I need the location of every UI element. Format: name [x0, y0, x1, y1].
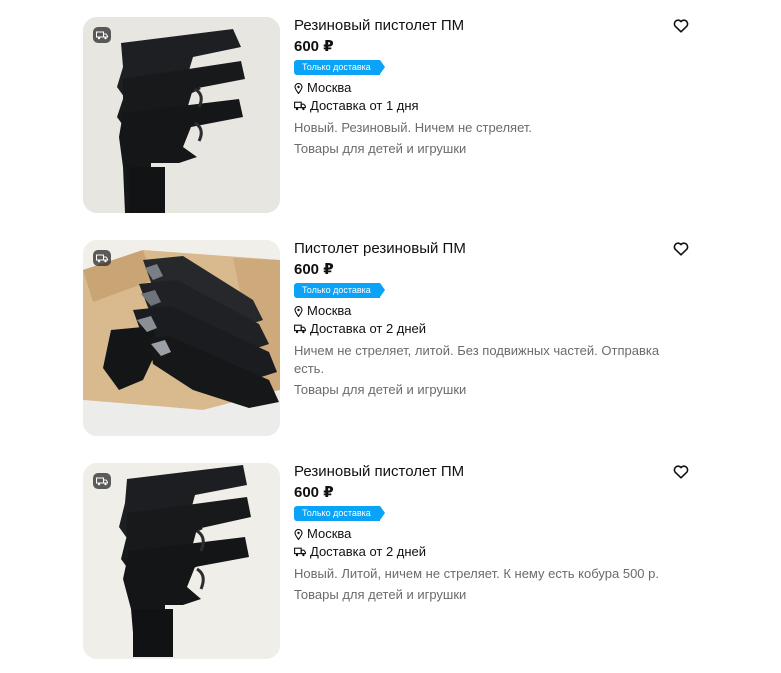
- listing-title[interactable]: Резиновый пистолет ПМ: [294, 463, 674, 481]
- listing-photo[interactable]: [83, 240, 280, 436]
- favorite-button[interactable]: [671, 240, 691, 258]
- truck-icon: [93, 473, 111, 489]
- delivery-row: Доставка от 1 дня: [294, 98, 674, 114]
- listing-card[interactable]: Резиновый пистолет ПМ 600 ₽ Только доста…: [83, 17, 703, 213]
- listing-description: Новый. Резиновый. Ничем не стреляет.: [294, 120, 533, 135]
- location-row: Москва: [294, 303, 674, 319]
- listing-description: Ничем не стреляет, литой. Без подвижных …: [294, 343, 660, 376]
- listing-title[interactable]: Пистолет резиновый ПМ: [294, 240, 674, 258]
- heart-icon: [673, 465, 689, 479]
- delivery-only-badge: Только доставка: [294, 60, 385, 75]
- listing-feed: Резиновый пистолет ПМ 600 ₽ Только доста…: [0, 0, 781, 673]
- listing-category: Товары для детей и игрушки: [294, 587, 467, 602]
- listing-info: Пистолет резиновый ПМ 600 ₽ Только доста…: [294, 240, 674, 398]
- delivery-text: Доставка от 1 дня: [310, 98, 419, 113]
- truck-icon: [294, 547, 306, 557]
- listing-price: 600 ₽: [294, 261, 334, 278]
- listing-title[interactable]: Резиновый пистолет ПМ: [294, 17, 674, 35]
- delivery-row: Доставка от 2 дней: [294, 321, 674, 337]
- location-text: Москва: [307, 80, 352, 95]
- truck-icon: [93, 250, 111, 266]
- map-pin-icon: [294, 305, 303, 317]
- delivery-only-badge: Только доставка: [294, 506, 385, 521]
- listing-info: Резиновый пистолет ПМ 600 ₽ Только доста…: [294, 17, 674, 157]
- listing-category: Товары для детей и игрушки: [294, 382, 467, 397]
- listing-description: Новый. Литой, ничем не стреляет. К нему …: [294, 566, 659, 581]
- listing-info: Резиновый пистолет ПМ 600 ₽ Только доста…: [294, 463, 674, 603]
- truck-icon: [294, 324, 306, 334]
- delivery-row: Доставка от 2 дней: [294, 544, 674, 560]
- listing-category: Товары для детей и игрушки: [294, 141, 467, 156]
- pistol-photo-image: [83, 463, 280, 659]
- listing-price: 600 ₽: [294, 38, 334, 55]
- pistol-photo-image: [83, 17, 280, 213]
- map-pin-icon: [294, 528, 303, 540]
- delivery-only-badge: Только доставка: [294, 283, 385, 298]
- map-pin-icon: [294, 82, 303, 94]
- location-text: Москва: [307, 303, 352, 318]
- favorite-button[interactable]: [671, 463, 691, 481]
- pistol-photo-image: [83, 240, 280, 436]
- listing-photo[interactable]: [83, 463, 280, 659]
- delivery-text: Доставка от 2 дней: [310, 321, 427, 336]
- truck-icon: [294, 101, 306, 111]
- delivery-text: Доставка от 2 дней: [310, 544, 427, 559]
- location-text: Москва: [307, 526, 352, 541]
- listing-card[interactable]: Резиновый пистолет ПМ 600 ₽ Только доста…: [83, 463, 703, 659]
- listing-price: 600 ₽: [294, 484, 334, 501]
- location-row: Москва: [294, 526, 674, 542]
- heart-icon: [673, 242, 689, 256]
- location-row: Москва: [294, 80, 674, 96]
- truck-icon: [93, 27, 111, 43]
- favorite-button[interactable]: [671, 17, 691, 35]
- heart-icon: [673, 19, 689, 33]
- listing-card[interactable]: Пистолет резиновый ПМ 600 ₽ Только доста…: [83, 240, 703, 436]
- listing-photo[interactable]: [83, 17, 280, 213]
